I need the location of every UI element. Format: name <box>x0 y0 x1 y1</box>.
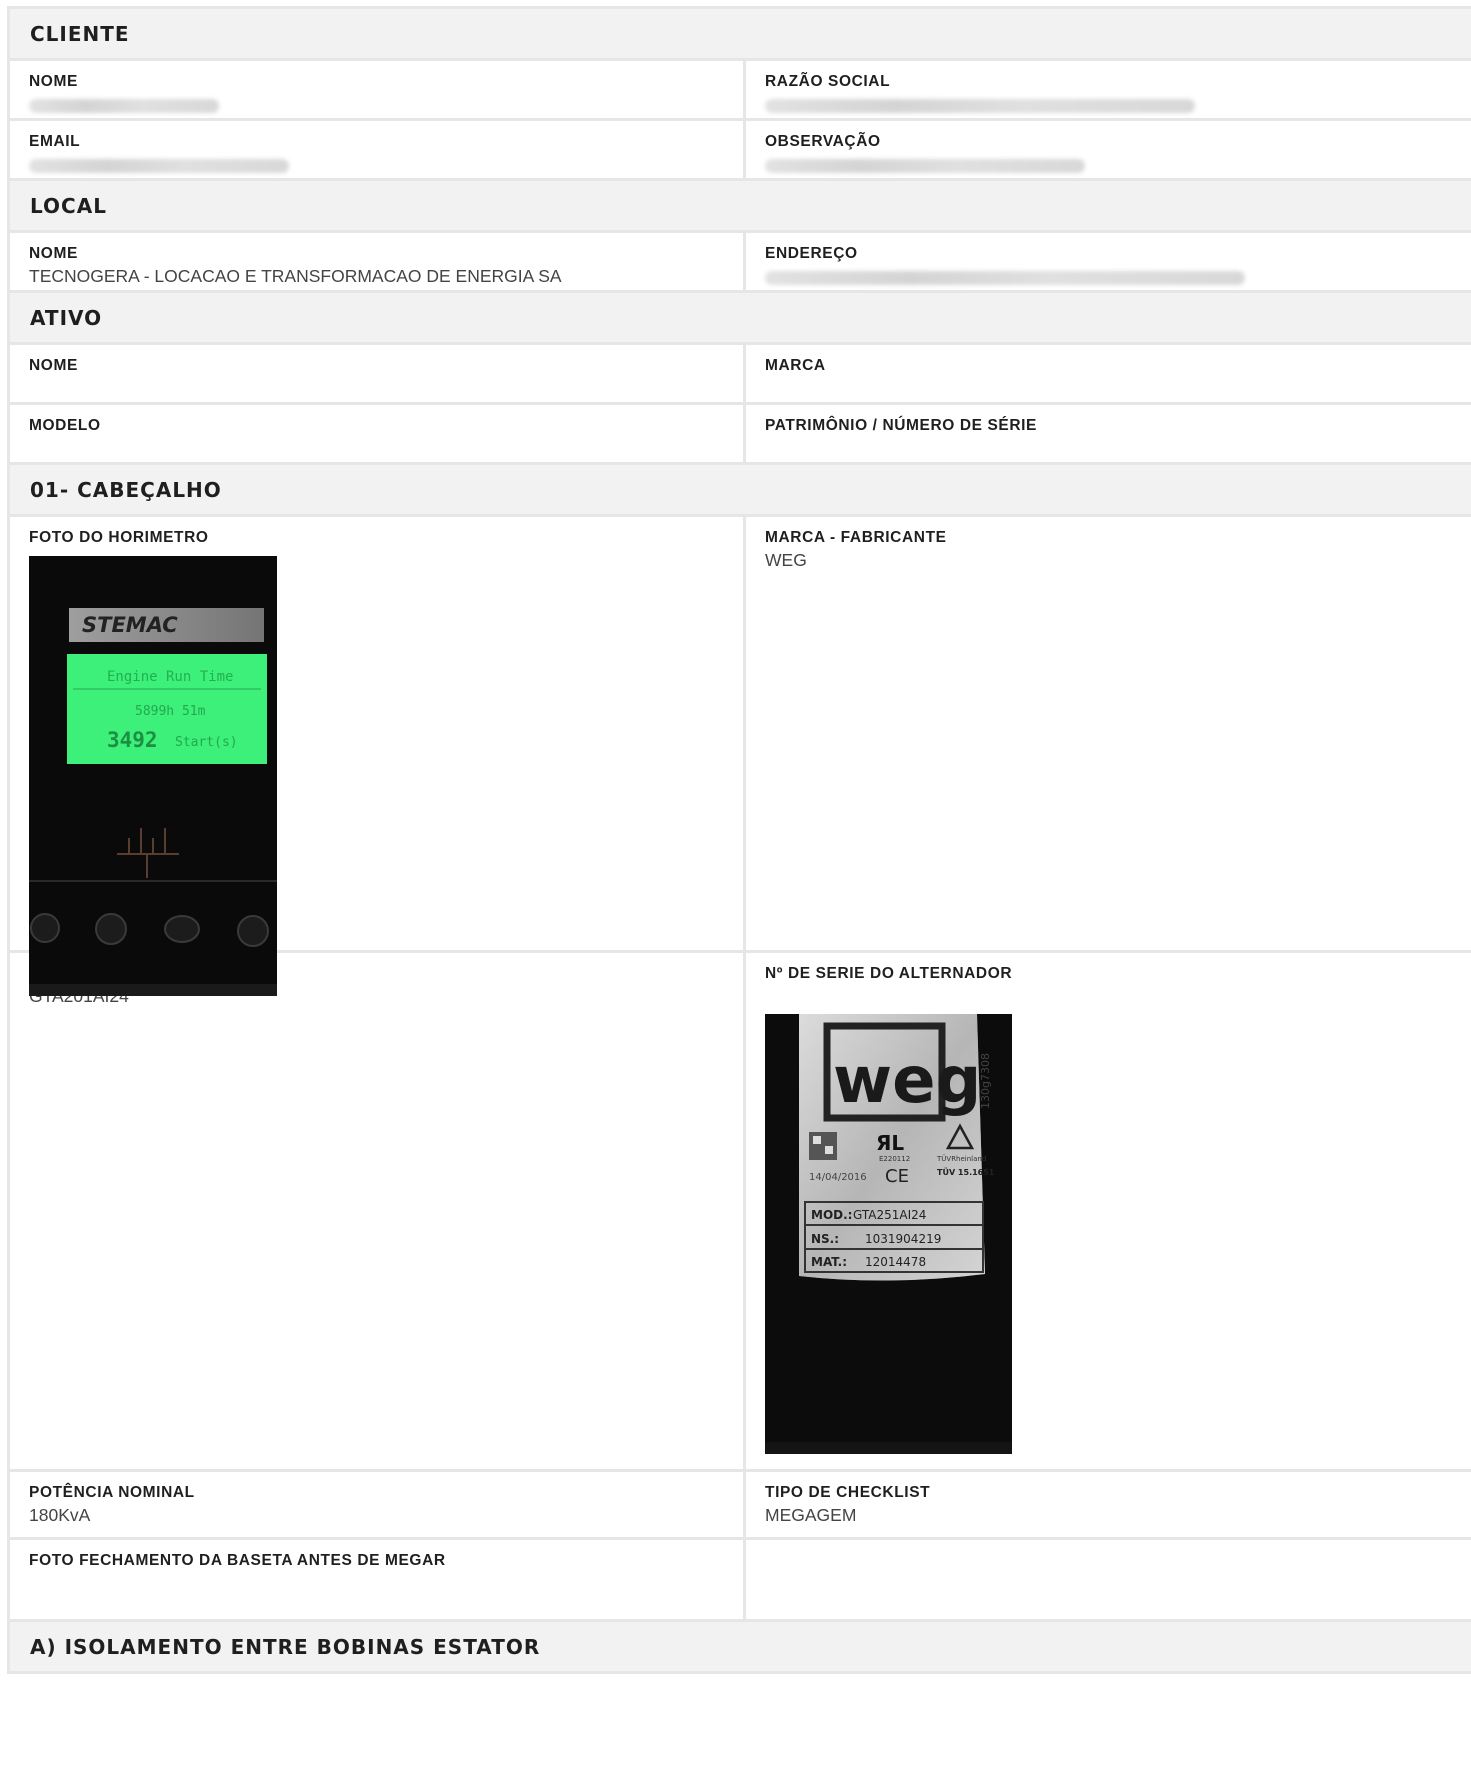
cliente-obs-redacted <box>765 159 1085 173</box>
plate-mod-label: MOD.: <box>811 1208 852 1222</box>
alternador-plate-image: weg 130g7308 ЯL E220112 TÜVRheinland TÜV… <box>765 1014 1012 1454</box>
horimetro-starts: 3492 <box>107 728 158 752</box>
cliente-razao-label: RAZÃO SOCIAL <box>765 73 891 90</box>
ativo-row-2: MODELO PATRIMÔNIO / NÚMERO DE SÉRIE <box>10 405 1471 465</box>
plate-tuv-name: TÜVRheinland <box>936 1154 986 1163</box>
plate-side-code: 130g7308 <box>979 1053 992 1109</box>
cliente-nome-redacted <box>29 99 219 113</box>
horimetro-hours: 5899h 51m <box>135 704 206 719</box>
section-header-local: LOCAL <box>10 181 1471 233</box>
local-nome-value: TECNOGERA - LOCACAO E TRANSFORMACAO DE E… <box>29 266 562 286</box>
plate-ns-label: NS.: <box>811 1232 839 1246</box>
ativo-patrimonio-label: PATRIMÔNIO / NÚMERO DE SÉRIE <box>765 417 1037 434</box>
cliente-obs-label: OBSERVAÇÃO <box>765 133 881 150</box>
cabecalho-row-2: MODELO GTA201AI24 Nº DE SERIE DO ALTERNA… <box>10 953 1471 1472</box>
ativo-marca-label: MARCA <box>765 357 826 374</box>
ativo-nome-label: NOME <box>29 357 78 374</box>
foto-horimetro-label: FOTO DO HORIMETRO <box>29 529 209 546</box>
ce-mark-icon: CE <box>885 1166 909 1187</box>
tipo-checklist-cell: TIPO DE CHECKLIST MEGAGEM <box>746 1472 1471 1537</box>
cliente-row-1: NOME RAZÃO SOCIAL <box>10 61 1471 121</box>
foto-horimetro-cell: FOTO DO HORIMETRO STEMAC Engine Run Time <box>10 517 746 996</box>
local-row-1: NOME TECNOGERA - LOCACAO E TRANSFORMACAO… <box>10 233 1471 293</box>
horimetro-brand: STEMAC <box>82 613 178 637</box>
tipo-checklist-value: MEGAGEM <box>765 1505 857 1525</box>
section-header-isolamento: A) ISOLAMENTO ENTRE BOBINAS ESTATOR <box>10 1622 1471 1674</box>
ul-mark-icon: ЯL <box>876 1131 904 1155</box>
section-header-ativo: ATIVO <box>10 293 1471 345</box>
plate-cert-tuv: TÜV 15.1651 <box>937 1167 995 1177</box>
ativo-patrimonio-cell: PATRIMÔNIO / NÚMERO DE SÉRIE <box>746 405 1471 462</box>
potencia-label: POTÊNCIA NOMINAL <box>29 1484 195 1501</box>
cliente-email-redacted <box>29 159 289 173</box>
empty-cell <box>746 1540 1471 1619</box>
cliente-obs-cell: OBSERVAÇÃO <box>746 121 1471 178</box>
cliente-razao-redacted <box>765 99 1195 113</box>
plate-ns-value: 1031904219 <box>865 1232 941 1246</box>
plate-cert-ul: E220112 <box>879 1155 910 1163</box>
cabecalho-row-1: FOTO DO HORIMETRO STEMAC Engine Run Time <box>10 517 1471 996</box>
foto-fechamento-label: FOTO FECHAMENTO DA BASETA ANTES DE MEGAR <box>29 1552 446 1569</box>
ativo-modelo-label: MODELO <box>29 417 101 434</box>
tipo-checklist-label: TIPO DE CHECKLIST <box>765 1484 931 1501</box>
marca-fabricante-label: MARCA - FABRICANTE <box>765 529 947 546</box>
plate-mat-label: MAT.: <box>811 1255 847 1269</box>
ativo-marca-cell: MARCA <box>746 345 1471 402</box>
serie-alternador-label: Nº DE SERIE DO ALTERNADOR <box>765 965 1013 982</box>
local-nome-label: NOME <box>29 245 78 262</box>
local-endereco-redacted <box>765 271 1245 285</box>
local-endereco-label: ENDEREÇO <box>765 245 858 262</box>
marca-fabricante-cell: MARCA - FABRICANTE WEG <box>746 517 1471 950</box>
local-nome-cell: NOME TECNOGERA - LOCACAO E TRANSFORMACAO… <box>10 233 746 290</box>
cliente-nome-label: NOME <box>29 73 78 90</box>
cabecalho-row-4: FOTO FECHAMENTO DA BASETA ANTES DE MEGAR <box>10 1540 1471 1622</box>
potencia-cell: POTÊNCIA NOMINAL 180KvA <box>10 1472 746 1537</box>
ativo-row-1: NOME MARCA <box>10 345 1471 405</box>
plate-mod-value: GTA251AI24 <box>853 1208 926 1222</box>
horimetro-starts-unit: Start(s) <box>175 735 238 750</box>
ativo-modelo-cell: MODELO <box>10 405 746 462</box>
ativo-nome-cell: NOME <box>10 345 746 402</box>
cliente-razao-cell: RAZÃO SOCIAL <box>746 61 1471 118</box>
modelo-cell: MODELO GTA201AI24 <box>10 953 746 1469</box>
serie-alternador-cell: Nº DE SERIE DO ALTERNADOR weg 130g7308 Я… <box>746 953 1471 1469</box>
section-header-cabecalho: 01- CABEÇALHO <box>10 465 1471 517</box>
horimetro-screen-title: Engine Run Time <box>107 669 233 685</box>
section-header-cliente: CLIENTE <box>10 9 1471 61</box>
foto-fechamento-cell: FOTO FECHAMENTO DA BASETA ANTES DE MEGAR <box>10 1540 746 1619</box>
horimetro-photo[interactable]: STEMAC Engine Run Time 5899h 51m 3492 St… <box>29 556 277 996</box>
cliente-nome-cell: NOME <box>10 61 746 118</box>
plate-brand: weg <box>833 1044 981 1118</box>
cliente-row-2: EMAIL OBSERVAÇÃO <box>10 121 1471 181</box>
marca-fabricante-value: WEG <box>765 550 807 570</box>
cabecalho-row-3: POTÊNCIA NOMINAL 180KvA TIPO DE CHECKLIS… <box>10 1472 1471 1540</box>
potencia-value: 180KvA <box>29 1505 91 1525</box>
cliente-email-label: EMAIL <box>29 133 81 150</box>
horimetro-photo-image: STEMAC Engine Run Time 5899h 51m 3492 St… <box>29 556 277 996</box>
alternador-plate-photo[interactable]: weg 130g7308 ЯL E220112 TÜVRheinland TÜV… <box>765 1014 1012 1454</box>
plate-date: 14/04/2016 <box>809 1172 867 1183</box>
checklist-sheet: CLIENTE NOME RAZÃO SOCIAL EMAIL OBSERVAÇ… <box>7 6 1471 1674</box>
local-endereco-cell: ENDEREÇO <box>746 233 1471 290</box>
cliente-email-cell: EMAIL <box>10 121 746 178</box>
plate-mat-value: 12014478 <box>865 1255 926 1269</box>
